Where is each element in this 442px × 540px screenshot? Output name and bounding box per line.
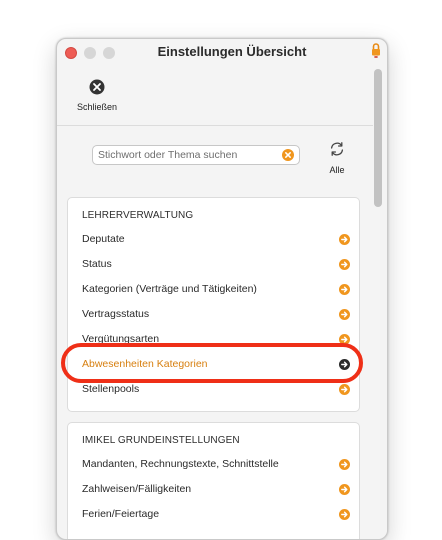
section-title: LEHRERVERWALTUNG <box>82 210 194 221</box>
search-field <box>92 145 300 165</box>
list-item-label: Mandanten, Rechnungstexte, Schnittstelle <box>82 458 279 470</box>
search-input[interactable] <box>98 147 278 163</box>
refresh-icon <box>330 142 344 156</box>
list-item-deputate[interactable]: Deputate <box>68 229 359 251</box>
toolbar-divider <box>57 125 373 126</box>
settings-window: Einstellungen Übersicht Schließen Stichw… <box>56 38 388 540</box>
arrow-right-circle-icon <box>339 484 350 495</box>
highlight-annotation-ring <box>61 343 363 383</box>
scrollbar-thumb[interactable] <box>374 69 382 207</box>
list-item-label: Ferien/Feiertage <box>82 508 160 520</box>
section-imikel-grundeinstellungen: IMIKEL GRUNDEINSTELLUNGEN Mandanten, Rec… <box>67 422 360 539</box>
arrow-right-circle-icon <box>339 284 350 295</box>
arrow-right-circle-icon <box>339 384 350 395</box>
window-title: Einstellungen Übersicht <box>157 44 307 59</box>
window-zoom-button[interactable] <box>103 47 115 59</box>
lock-icon <box>372 43 380 58</box>
close-circle-icon <box>89 79 105 95</box>
close-button[interactable]: Schließen <box>65 79 129 127</box>
close-button-label: Schließen <box>76 102 118 112</box>
list-item-label: Vertragsstatus <box>82 308 150 320</box>
list-item-label: Kategorien (Verträge und Tätigkeiten) <box>82 283 257 295</box>
window-minimize-button[interactable] <box>84 47 96 59</box>
list-item-ferien[interactable]: Ferien/Feiertage <box>68 504 359 526</box>
arrow-right-circle-icon <box>339 234 350 245</box>
section-title: IMIKEL GRUNDEINSTELLUNGEN <box>82 435 240 446</box>
clear-search-icon[interactable] <box>282 149 294 161</box>
arrow-right-circle-icon <box>339 309 350 320</box>
list-item-vertragsstatus[interactable]: Vertragsstatus <box>68 304 359 326</box>
arrow-right-circle-icon <box>339 509 350 520</box>
arrow-right-circle-icon <box>339 459 350 470</box>
list-item-label: Deputate <box>82 233 125 245</box>
list-item-label: Stellenpools <box>82 383 140 395</box>
title-bar: Einstellungen Übersicht <box>57 39 387 65</box>
list-item-mandanten[interactable]: Mandanten, Rechnungstexte, Schnittstelle <box>68 454 359 476</box>
list-item-kategorien[interactable]: Kategorien (Verträge und Tätigkeiten) <box>68 279 359 301</box>
toolbar: Schließen <box>57 65 373 125</box>
list-item-label: Zahlweisen/Fälligkeiten <box>82 483 192 495</box>
list-item-zahlweisen[interactable]: Zahlweisen/Fälligkeiten <box>68 479 359 501</box>
window-close-button[interactable] <box>65 47 77 59</box>
all-button-label: Alle <box>329 165 345 175</box>
list-item-label: Status <box>82 258 112 270</box>
all-button[interactable]: Alle <box>319 141 355 179</box>
arrow-right-circle-icon <box>339 259 350 270</box>
list-item-status[interactable]: Status <box>68 254 359 276</box>
